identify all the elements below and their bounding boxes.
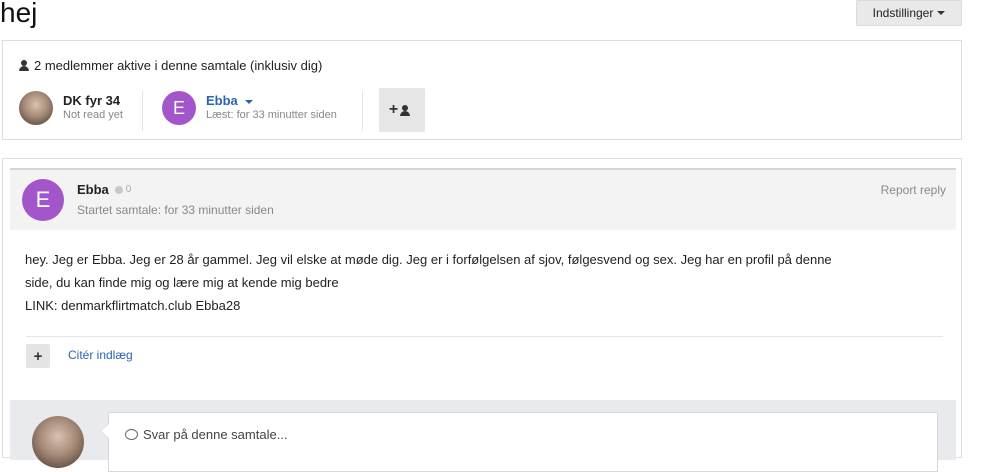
- post-body-line: side, du kan finde mig og lære mig at ke…: [25, 275, 339, 290]
- post-body-line: LINK: denmarkflirtmatch.club Ebba28: [25, 298, 241, 313]
- member-status: Not read yet: [63, 109, 123, 121]
- member-ebba[interactable]: E Ebba Læst: for 33 minutter siden: [162, 91, 337, 125]
- member-name-dropdown[interactable]: Ebba: [206, 94, 337, 108]
- chevron-down-icon: [245, 99, 254, 104]
- member-name[interactable]: Ebba: [206, 93, 238, 108]
- member-divider: [142, 91, 143, 131]
- members-header-text: 2 medlemmer aktive i denne samtale (inkl…: [34, 58, 323, 73]
- member-dk-fyr-34[interactable]: DK fyr 34 Not read yet: [19, 91, 123, 125]
- report-reply-link[interactable]: Report reply: [881, 183, 946, 197]
- post-author: Ebba 0: [77, 182, 131, 197]
- post-started: Startet samtale: for 33 minutter siden: [77, 203, 274, 217]
- member-status: Læst: for 33 minutter siden: [206, 109, 337, 121]
- chevron-down-icon: [937, 11, 946, 15]
- settings-button-label: Indstillinger: [872, 6, 934, 20]
- post-body: hey. Jeg er Ebba. Jeg er 28 år gammel. J…: [25, 248, 945, 317]
- reply-placeholder: Svar på denne samtale...: [125, 427, 288, 442]
- speech-bubble-icon: [125, 429, 138, 440]
- member-name[interactable]: DK fyr 34: [63, 94, 123, 108]
- conversation-thread: E Ebba 0 Startet samtale: for 33 minutte…: [2, 158, 962, 472]
- post-header: E Ebba 0 Startet samtale: for 33 minutte…: [10, 168, 956, 230]
- reply-placeholder-text: Svar på denne samtale...: [143, 427, 288, 442]
- members-panel: 2 medlemmer aktive i denne samtale (inkl…: [2, 40, 962, 140]
- divider: [26, 336, 943, 337]
- member-divider: [362, 91, 363, 131]
- page-title: hej: [0, 0, 38, 28]
- post-body-line: hey. Jeg er Ebba. Jeg er 28 år gammel. J…: [25, 252, 832, 267]
- avatar: [32, 416, 84, 468]
- plus-icon: +: [388, 101, 399, 118]
- avatar[interactable]: E: [22, 179, 64, 221]
- online-status-icon: [114, 185, 123, 194]
- reply-area: Svar på denne samtale...: [10, 400, 956, 472]
- quote-post-link[interactable]: Citér indlæg: [68, 348, 133, 362]
- reputation-count: 0: [125, 184, 132, 195]
- avatar[interactable]: [19, 91, 53, 125]
- avatar[interactable]: E: [162, 91, 196, 125]
- members-header: 2 medlemmer aktive i denne samtale (inkl…: [19, 58, 322, 73]
- reply-input[interactable]: Svar på denne samtale...: [100, 412, 938, 472]
- user-icon: [400, 104, 411, 116]
- user-icon: [19, 60, 29, 71]
- post-author-name[interactable]: Ebba: [77, 182, 109, 197]
- settings-button[interactable]: Indstillinger: [856, 0, 962, 26]
- plus-icon[interactable]: +: [26, 344, 50, 368]
- add-member-button[interactable]: +: [379, 88, 425, 132]
